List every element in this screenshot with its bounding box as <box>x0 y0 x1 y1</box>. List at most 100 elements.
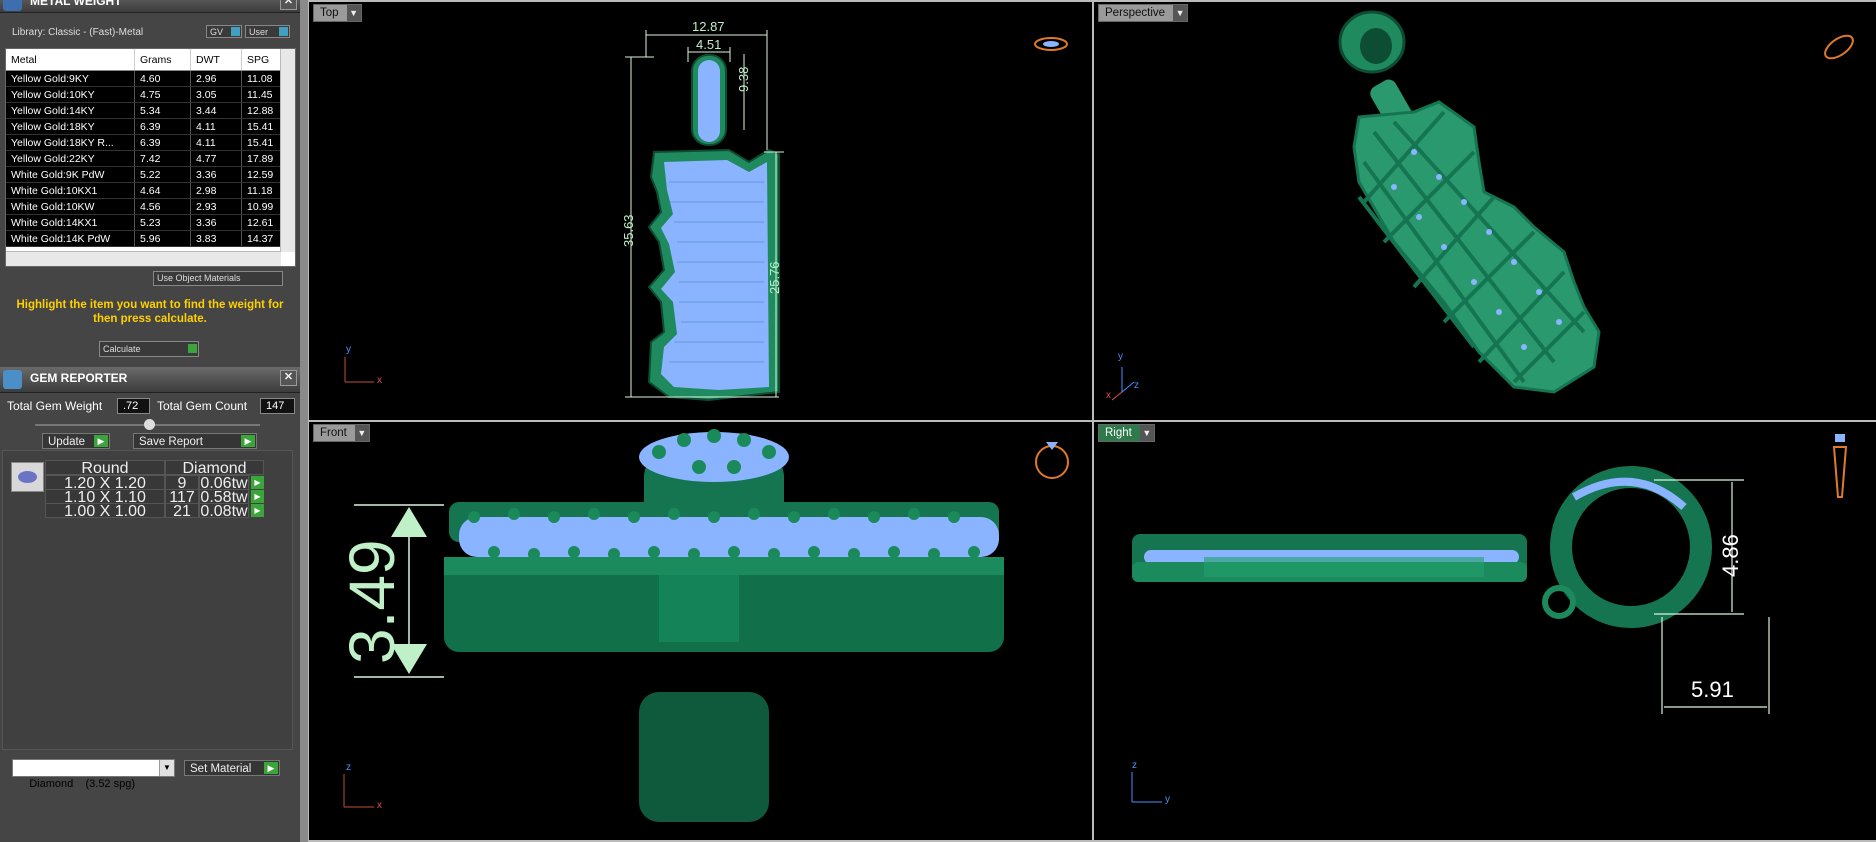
cell-metal: White Gold:10KX1 <box>6 182 135 199</box>
gem-count: 9 <box>165 475 199 492</box>
col-dwt[interactable]: DWT <box>190 49 242 71</box>
cell-grams: 5.23 <box>134 214 191 231</box>
chevron-down-icon[interactable]: ▼ <box>354 425 369 441</box>
viewport-right-label[interactable]: Right ▼ <box>1098 424 1155 442</box>
viewport-top[interactable]: Top ▼ 12.87 4.51 9.38 35.63 25.76 y x <box>309 2 1092 420</box>
dim-front-height: 3.49 <box>336 539 408 664</box>
chevron-down-icon[interactable]: ▼ <box>1139 425 1154 441</box>
cell-grams: 4.64 <box>134 182 191 199</box>
table-row[interactable]: Yellow Gold:14KY 5.34 3.44 12.88 <box>6 102 293 119</box>
metal-weight-title: METAL WEIGHT <box>30 0 122 8</box>
gem-row-arrow-icon[interactable]: ▶ <box>251 476 264 489</box>
close-icon[interactable]: ✕ <box>280 370 297 386</box>
vertical-scrollbar[interactable] <box>280 49 295 252</box>
total-gem-count-value: 147 <box>260 398 295 414</box>
total-gem-weight-value: .72 <box>117 398 150 414</box>
cell-grams: 6.39 <box>134 118 191 135</box>
horizontal-scrollbar[interactable] <box>6 251 281 266</box>
cell-grams: 4.56 <box>134 198 191 215</box>
axis-label-z: z <box>1132 760 1137 771</box>
save-report-button[interactable]: Save Report ▶ <box>133 433 257 449</box>
metal-table[interactable]: Metal Grams DWT SPG Yellow Gold:9KY 4.60 2… <box>5 48 296 267</box>
cell-grams: 5.22 <box>134 166 191 183</box>
right-view-model <box>1131 434 1848 803</box>
table-row[interactable]: White Gold:10KX1 4.64 2.98 11.18 <box>6 182 293 199</box>
top-view-model <box>344 30 1068 402</box>
viewport-front[interactable]: Front ▼ 3.49 z x <box>309 422 1092 840</box>
dim-width-bail: 4.51 <box>696 37 722 52</box>
viewport-front-title: Front <box>320 427 347 439</box>
viewport-divider-left[interactable] <box>300 0 308 842</box>
save-report-arrow-icon: ▶ <box>241 435 255 447</box>
material-select-value: Diamond (3.52 spg) <box>29 778 136 790</box>
gem-row-arrow-icon[interactable]: ▶ <box>251 490 264 503</box>
cell-dwt: 4.11 <box>190 118 242 135</box>
cell-metal: Yellow Gold:14KY <box>6 102 135 119</box>
calculate-label: Calculate <box>103 344 141 354</box>
table-row[interactable]: Yellow Gold:18KY 6.39 4.11 15.41 <box>6 118 293 135</box>
set-material-button[interactable]: Set Material ▶ <box>184 760 280 776</box>
table-row[interactable]: White Gold:14KX1 5.23 3.36 12.61 <box>6 214 293 231</box>
axis-label-x: x <box>1106 390 1111 401</box>
gem-type-header: Diamond <box>165 460 264 477</box>
gem-size: 1.10 X 1.10 <box>45 489 165 506</box>
table-row[interactable]: White Gold:14K PdW 5.96 3.83 14.37 <box>6 230 293 247</box>
material-select[interactable]: Diamond (3.52 spg) ▼ <box>12 759 175 790</box>
gem-count: 117 <box>165 489 199 506</box>
user-toggle-indicator <box>279 27 288 36</box>
viewport-front-label[interactable]: Front ▼ <box>313 424 370 442</box>
table-row[interactable]: White Gold:10KW 4.56 2.93 10.99 <box>6 198 293 215</box>
table-row[interactable]: Yellow Gold:9KY 4.60 2.96 11.08 <box>6 70 293 87</box>
viewport-top-title: Top <box>320 7 339 19</box>
chevron-down-icon[interactable]: ▼ <box>346 5 361 21</box>
update-button[interactable]: Update ▶ <box>42 433 110 449</box>
cell-grams: 4.75 <box>134 86 191 103</box>
gv-toggle[interactable]: GV <box>206 25 242 38</box>
table-row[interactable]: Yellow Gold:18KY R... 6.39 4.11 15.41 <box>6 134 293 151</box>
viewport-perspective[interactable]: Perspective ▼ y z x <box>1094 2 1876 420</box>
cell-grams: 4.60 <box>134 70 191 87</box>
cell-grams: 5.96 <box>134 230 191 247</box>
gem-count: 21 <box>165 503 199 520</box>
close-icon[interactable]: ✕ <box>280 0 297 10</box>
col-grams[interactable]: Grams <box>134 49 191 71</box>
viewport-perspective-label[interactable]: Perspective ▼ <box>1098 4 1189 22</box>
calculate-arrow-icon <box>188 344 197 353</box>
calculate-button[interactable]: Calculate <box>99 341 199 357</box>
cell-dwt: 2.93 <box>190 198 242 215</box>
cell-dwt: 2.98 <box>190 182 242 199</box>
cell-metal: Yellow Gold:9KY <box>6 70 135 87</box>
gem-reporter-title: GEM REPORTER <box>30 371 128 385</box>
axis-label-y: y <box>1165 794 1170 805</box>
table-row[interactable]: Yellow Gold:22KY 7.42 4.77 17.89 <box>6 150 293 167</box>
table-row[interactable]: White Gold:9K PdW 5.22 3.36 12.59 <box>6 166 293 183</box>
dim-width-outer: 12.87 <box>692 19 725 34</box>
table-row[interactable]: Yellow Gold:10KY 4.75 3.05 11.45 <box>6 86 293 103</box>
viewport-right[interactable]: Right ▼ 4.86 5.91 z y <box>1094 422 1876 840</box>
save-report-label: Save Report <box>139 436 203 448</box>
dim-right-height: 4.86 <box>1718 534 1743 577</box>
gem-weight: 0.06tw <box>199 475 249 492</box>
chevron-down-icon[interactable]: ▼ <box>1173 5 1188 21</box>
cell-dwt: 3.36 <box>190 214 242 231</box>
library-label: Library: Classic - (Fast)-Metal <box>12 27 144 38</box>
cell-dwt: 4.11 <box>190 134 242 151</box>
cell-grams: 6.39 <box>134 134 191 151</box>
col-metal[interactable]: Metal <box>6 49 135 71</box>
slider-handle[interactable] <box>144 419 155 430</box>
chevron-down-icon[interactable]: ▼ <box>159 760 174 776</box>
dim-right-width: 5.91 <box>1691 677 1734 702</box>
use-object-materials-toggle[interactable]: Use Object Materials <box>153 271 283 286</box>
metal-weight-icon <box>3 0 22 11</box>
axis-label-z: z <box>346 762 351 773</box>
perspective-view-model <box>1111 10 1854 401</box>
cell-metal: Yellow Gold:18KY R... <box>6 134 135 151</box>
user-toggle-label: User <box>249 27 269 37</box>
gv-toggle-indicator <box>231 27 240 36</box>
user-toggle[interactable]: User <box>245 25 290 38</box>
gem-reporter-icon <box>3 370 22 389</box>
cell-metal: Yellow Gold:10KY <box>6 86 135 103</box>
viewport-top-label[interactable]: Top ▼ <box>313 4 362 22</box>
gem-row-arrow-icon[interactable]: ▶ <box>251 504 264 517</box>
cell-dwt: 4.77 <box>190 150 242 167</box>
